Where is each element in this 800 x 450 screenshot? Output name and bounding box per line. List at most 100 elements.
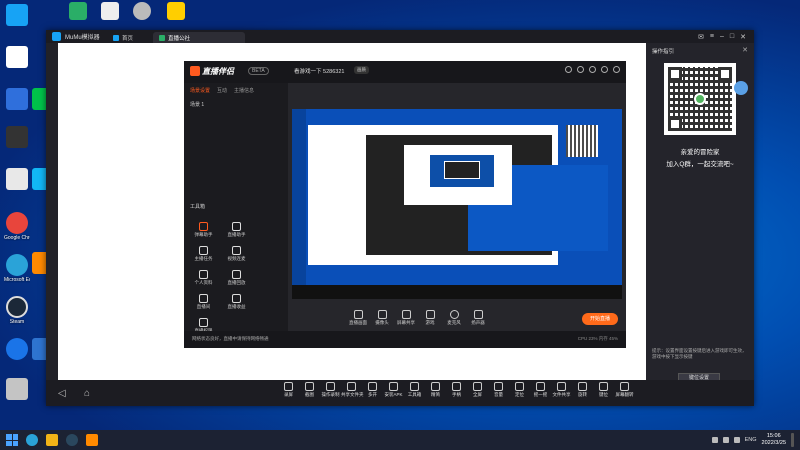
maximize-icon[interactable]: □ [730, 33, 734, 41]
taskbar-app-icon[interactable] [86, 434, 98, 446]
input-language[interactable]: ENG [745, 437, 757, 443]
close-icon[interactable] [613, 66, 620, 73]
mumu-left-strip [46, 43, 58, 406]
settings-icon[interactable] [589, 66, 596, 73]
toolbar-toolbox[interactable]: 工具箱 [404, 382, 425, 398]
stream-status-bar: 网络状态良好，直播中请保持网络畅通 CPU 23% 内存 45% [184, 331, 626, 348]
guide-invite: 加入Q群，一起交流吧~ [666, 161, 734, 168]
desktop-icon-edge[interactable]: Microsoft Edge [4, 254, 30, 283]
home-icon [113, 34, 119, 41]
toolbar-screenshot[interactable]: 截图 [299, 382, 320, 398]
quality-tag[interactable]: 画质 [354, 66, 369, 74]
taskbar-explorer-icon[interactable] [46, 434, 58, 446]
source-share[interactable]: 屏幕共享 [394, 310, 418, 326]
desktop-icon-stream[interactable] [4, 126, 30, 148]
desktop-icon-geforce[interactable] [130, 2, 154, 20]
desktop-icon-manager[interactable] [4, 88, 30, 110]
guide-panel: 操作指引 ✕ 亲爱的冒险家 加入Q群，一起交流吧~ 提示：设置界面设置按键后进入… [646, 43, 754, 384]
source-camera[interactable]: 摄像头 [370, 310, 394, 326]
mumu-icon [6, 4, 28, 26]
toolbar-location[interactable]: 定位 [509, 382, 530, 398]
network-icon[interactable] [722, 437, 729, 443]
toolbar-multi[interactable]: 多开 [362, 382, 383, 398]
desktop-icon-workbench[interactable] [4, 168, 30, 190]
tool-assistant[interactable]: 直播助手 [221, 219, 252, 243]
tab-scene[interactable]: 场景设置 [190, 87, 210, 94]
tool-replay[interactable]: 直播回放 [221, 267, 252, 291]
tool-video-link[interactable]: 视频连麦 [221, 243, 252, 267]
desktop-icon-editor[interactable] [164, 2, 188, 20]
show-desktop-button[interactable] [791, 433, 794, 447]
back-icon[interactable]: ◁ [58, 388, 72, 399]
tool-danmu[interactable]: 弹幕助手 [188, 219, 219, 243]
preview-desktop-icons [292, 109, 306, 285]
tab-stream-app-label: 直播公社 [168, 35, 191, 42]
tab-stream-app[interactable]: 直播公社 [153, 32, 245, 43]
close-icon[interactable]: ✕ [740, 33, 746, 41]
preview-nested-window-4 [444, 161, 480, 179]
toolbar-volume[interactable]: 音量 [488, 382, 509, 398]
speaker-button[interactable]: 扬声器 [466, 310, 490, 326]
tool-profile[interactable]: 个人资料 [188, 267, 219, 291]
toolbar-lite[interactable]: 精简 [425, 382, 446, 398]
microphone-button[interactable]: 麦克风 [442, 310, 466, 326]
toolbar-fullscreen[interactable]: 全屏 [467, 382, 488, 398]
start-button[interactable] [6, 434, 18, 446]
scene-item[interactable]: 场景 1 [190, 101, 204, 108]
tool-income[interactable]: 直播收益 [221, 291, 252, 315]
mail-icon[interactable]: ✉ [698, 33, 704, 41]
taskbar-steam-icon[interactable] [66, 434, 78, 446]
steam-icon [6, 296, 28, 318]
minimize-icon[interactable]: – [720, 33, 724, 41]
stream-bottom-toolbar: 直播画面 摄像头 屏幕共享 游戏 麦克风 扬声器 开始直播 [288, 305, 626, 331]
toolbar-file-share[interactable]: 文件共享 [551, 382, 572, 398]
tab-host-info[interactable]: 主播信息 [234, 87, 254, 94]
mumu-logo-icon [52, 32, 61, 41]
toolbar-macro[interactable]: 操作录制 [320, 382, 341, 398]
home-nav-icon[interactable]: ⌂ [84, 388, 98, 399]
bird-icon [734, 81, 748, 95]
minimize-icon[interactable] [601, 66, 608, 73]
workbench-icon [6, 168, 28, 190]
tab-home-label: 首页 [122, 35, 134, 42]
menu-icon[interactable]: ≡ [710, 33, 714, 41]
steam-label: Steam [9, 319, 25, 325]
taskbar-edge-icon[interactable] [26, 434, 38, 446]
source-screen[interactable]: 直播画面 [346, 310, 370, 326]
tab-interact[interactable]: 互动 [217, 87, 227, 94]
avatar-icon[interactable] [565, 66, 572, 73]
toolbar-rotate[interactable]: 旋转 [572, 382, 593, 398]
close-icon[interactable]: ✕ [742, 46, 748, 54]
message-icon[interactable] [577, 66, 584, 73]
stream-center-panel: 直播画面 摄像头 屏幕共享 游戏 麦克风 扬声器 开始直播 [288, 83, 626, 331]
tool-tasks[interactable]: 主播任务 [188, 243, 219, 267]
clock[interactable]: 15:06 2022/3/25 [762, 433, 786, 447]
chrome-label: Google Chrome [4, 235, 30, 241]
mumu-toolbar-items: 录屏 截图 操作录制 共享文件夹 多开 安装APK 工具箱 精简 手柄 全屏 音… [278, 382, 635, 398]
status-metrics: CPU 23% 内存 45% [577, 336, 618, 341]
toolbar-record[interactable]: 录屏 [278, 382, 299, 398]
desktop-icon-mumu[interactable] [4, 4, 30, 26]
tab-home[interactable]: 首页 [107, 32, 153, 43]
volume-icon[interactable] [733, 437, 740, 443]
start-stream-button[interactable]: 开始直播 [582, 313, 618, 325]
room-title[interactable]: 看游戏一下 5286321 [294, 67, 344, 75]
desktop-icon-video[interactable] [4, 46, 30, 68]
desktop-icon-sogou[interactable] [4, 338, 30, 360]
desktop-icon-wechat[interactable] [66, 2, 90, 20]
toolbar-keymap[interactable]: 键位 [593, 382, 614, 398]
source-game[interactable]: 游戏 [418, 310, 442, 326]
toolbar-apk[interactable]: 安装APK [383, 382, 404, 398]
desktop-icon-steam[interactable]: Steam [4, 296, 30, 325]
tool-room[interactable]: 直播间 [188, 291, 219, 315]
video-icon [6, 46, 28, 68]
toolbar-flip[interactable]: 屏幕翻转 [614, 382, 635, 398]
desktop-icon-tencent[interactable] [98, 2, 122, 20]
desktop-icon-recycle[interactable] [4, 378, 30, 400]
tray-app-icon[interactable] [711, 437, 718, 443]
toolbar-shared-folder[interactable]: 共享文件夹 [341, 382, 364, 398]
toolbar-shake[interactable]: 摇一摇 [530, 382, 551, 398]
sogou-icon [6, 338, 28, 360]
toolbar-gamepad[interactable]: 手柄 [446, 382, 467, 398]
desktop-icon-chrome[interactable]: Google Chrome [4, 212, 30, 241]
